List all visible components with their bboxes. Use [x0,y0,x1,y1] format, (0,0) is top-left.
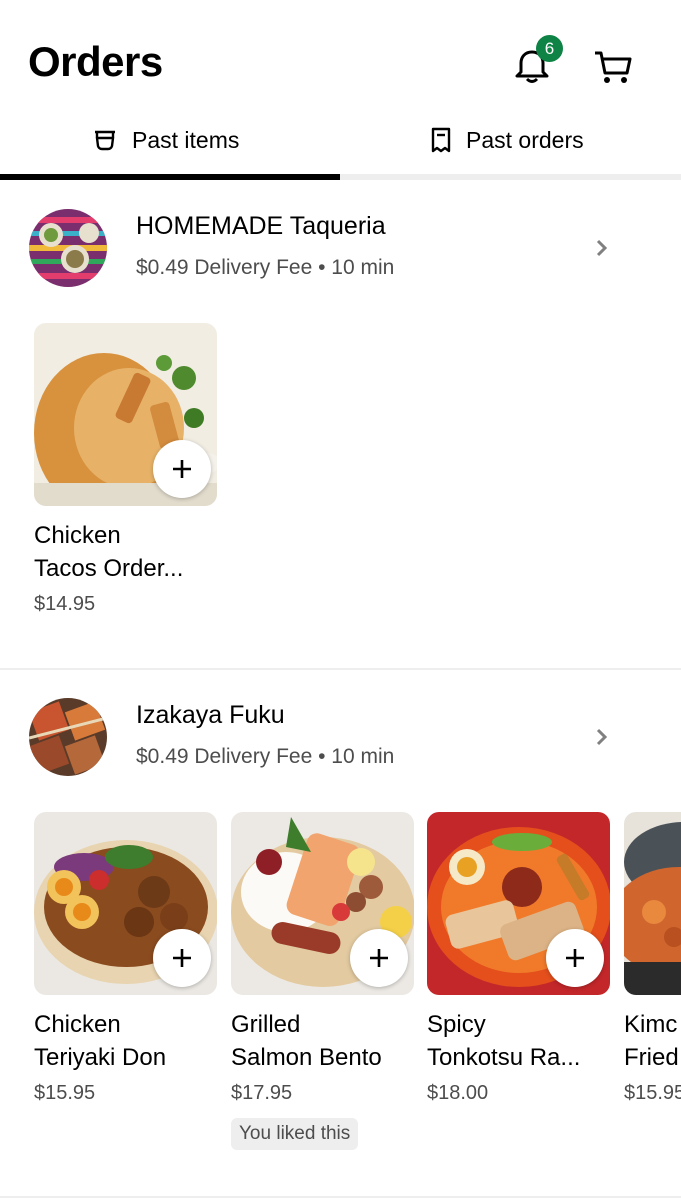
chevron-right-icon [596,728,608,746]
plus-icon [566,949,584,967]
store-logo [29,698,107,776]
item-name-line-1: Chicken [34,1011,121,1038]
bowl-icon [95,130,115,151]
add-to-cart-button[interactable] [153,440,211,498]
tab-bar: Past items Past orders [0,112,681,180]
item-name: Kimc Fried [624,1008,681,1074]
chevron-right-icon [596,239,608,257]
cart-icon[interactable] [592,47,634,87]
item-name: Grilled Salmon Bento [231,1008,417,1074]
item-name-line-1: Spicy [427,1011,486,1038]
plus-icon [173,949,191,967]
store-meta: $0.49 Delivery Fee • 10 min [136,745,395,768]
item-price: $15.95 [624,1082,681,1104]
item-name-line-2: Teriyaki Don [34,1044,167,1071]
item-name-line-2: Fried [624,1044,679,1071]
item-name-line-2: Tacos Order... [34,555,184,582]
item-name: Chicken Tacos Order... [34,519,220,585]
item-image [34,812,217,995]
item-name-line-2: Tonkotsu Ra... [427,1044,581,1071]
section-divider [0,668,681,670]
add-to-cart-button[interactable] [546,929,604,987]
plus-icon [173,460,191,478]
item-name-line-1: Chicken [34,522,121,549]
tab-past-items-label: Past items [132,126,240,153]
item-image [34,323,217,506]
store-row[interactable]: Izakaya Fuku $0.49 Delivery Fee • 10 min [0,677,681,787]
store-row[interactable]: HOMEMADE Taqueria $0.49 Delivery Fee • 1… [0,188,681,298]
plus-icon [370,949,388,967]
add-to-cart-button[interactable] [350,929,408,987]
tab-underline-active [0,174,340,180]
page-title: Orders [28,38,163,85]
item-name: Spicy Tonkotsu Ra... [427,1008,613,1074]
app-header: Orders 6 [0,0,681,120]
store-section-izakaya-fuku: Izakaya Fuku $0.49 Delivery Fee • 10 min [0,677,681,1200]
store-section-homemade-taqueria: HOMEMADE Taqueria $0.49 Delivery Fee • 1… [0,188,681,668]
add-to-cart-button[interactable] [153,929,211,987]
receipt-icon [431,127,451,153]
item-price: $18.00 [427,1082,489,1104]
item-image [624,812,681,995]
menu-item-card[interactable]: Kimc Fried $15.95 [624,812,681,1112]
item-price: $17.95 [231,1082,293,1104]
item-price: $15.95 [34,1082,96,1104]
tab-past-orders-label: Past orders [466,126,584,153]
item-image [231,812,414,995]
tab-past-orders[interactable]: Past orders [430,112,584,168]
section-divider [0,1196,681,1198]
tab-past-items[interactable]: Past items [92,112,239,168]
notification-badge: 6 [536,35,563,62]
item-name-line-1: Grilled [231,1011,301,1038]
item-price: $14.95 [34,593,96,615]
item-name: Chicken Teriyaki Don [34,1008,220,1074]
item-name-line-2: Salmon Bento [231,1044,382,1071]
item-image [427,812,610,995]
item-name-line-1: Kimc [624,1011,678,1038]
store-name: Izakaya Fuku [136,701,285,729]
liked-tag: You liked this [231,1118,359,1150]
store-name: HOMEMADE Taqueria [136,212,386,240]
store-logo [29,209,107,287]
store-meta: $0.49 Delivery Fee • 10 min [136,256,395,279]
